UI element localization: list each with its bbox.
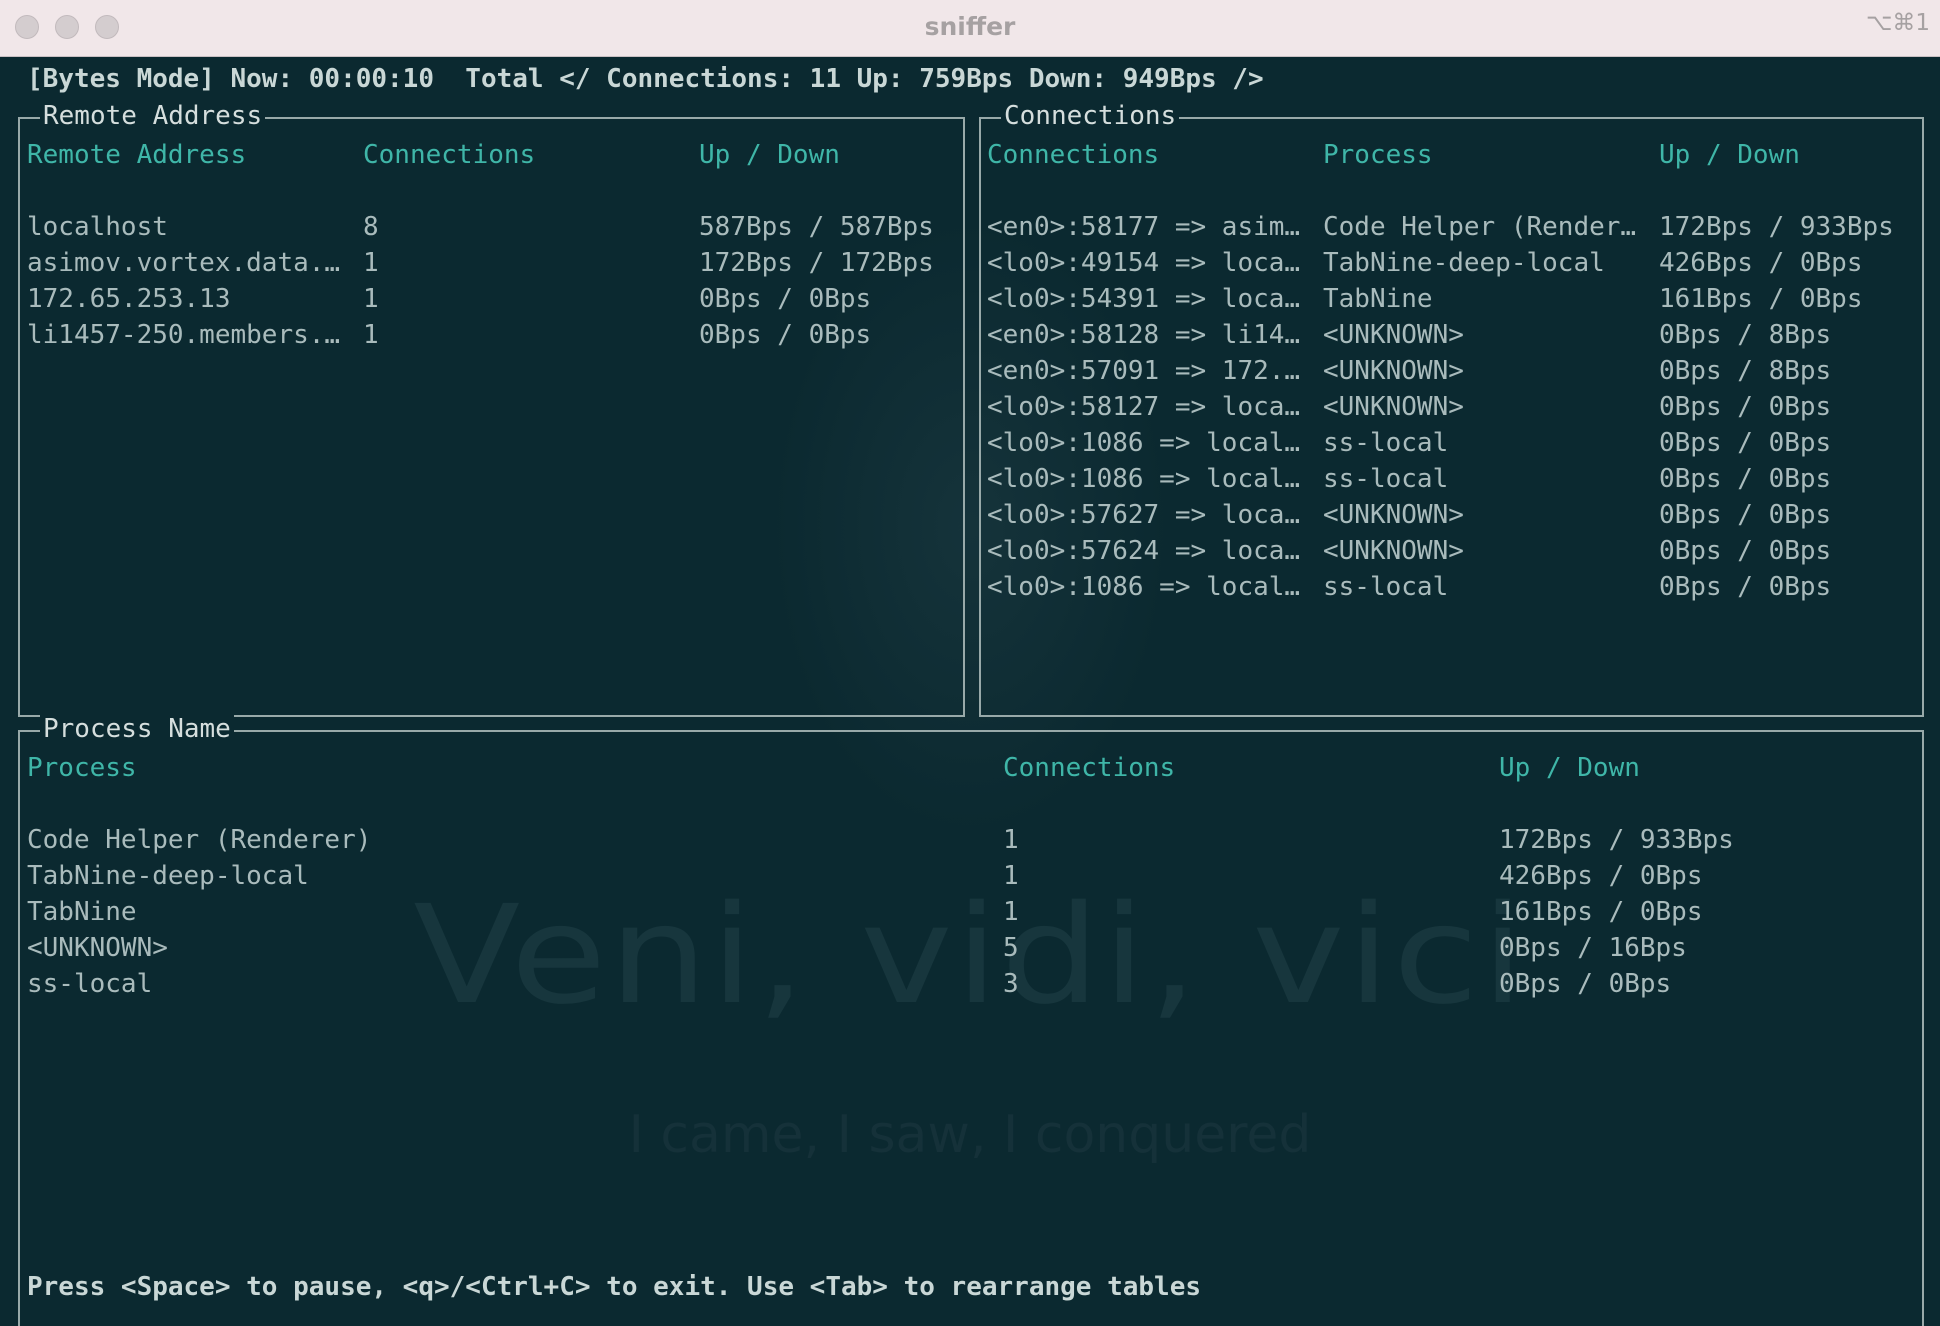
- column-header-remote-address: Remote Address: [27, 140, 247, 170]
- connection-count-cell: 1: [1003, 825, 1019, 855]
- up-down-cell: 426Bps / 0Bps: [1659, 248, 1863, 278]
- connection-count-cell: 1: [1003, 861, 1019, 891]
- terminal-window: sniffer ⌥⌘1 Veni, vidi, vici I came, I s…: [0, 0, 1940, 1326]
- process-cell: ss-local: [1323, 428, 1449, 458]
- process-name-panel: Process Name: [18, 712, 1924, 1326]
- connection-count-cell: 5: [1003, 933, 1019, 963]
- connection-count-cell: 1: [1003, 897, 1019, 927]
- up-down-cell: 172Bps / 172Bps: [699, 248, 934, 278]
- process-cell: ss-local: [1323, 464, 1449, 494]
- connection-cell: <en0>:57091 => 172.…: [987, 356, 1301, 386]
- process-cell: <UNKNOWN>: [1323, 356, 1464, 386]
- panel-title: Process Name: [40, 712, 234, 746]
- connection-cell: <en0>:58128 => li14…: [987, 320, 1301, 350]
- up-down-cell: 0Bps / 0Bps: [699, 320, 872, 350]
- up-down-cell: 0Bps / 0Bps: [1659, 428, 1832, 458]
- column-header-up-down: Up / Down: [1659, 140, 1800, 170]
- window-title: sniffer: [924, 12, 1016, 41]
- connection-cell: <lo0>:57627 => loca…: [987, 500, 1301, 530]
- process-cell: <UNKNOWN>: [1323, 500, 1464, 530]
- column-header-up-down: Up / Down: [699, 140, 840, 170]
- connection-count-cell: 1: [363, 284, 379, 314]
- up-down-cell: 0Bps / 0Bps: [1659, 572, 1832, 602]
- connection-cell: <en0>:58177 => asim…: [987, 212, 1301, 242]
- process-cell: TabNine: [27, 897, 137, 927]
- process-cell: TabNine-deep-local: [1323, 248, 1605, 278]
- connection-count-cell: 8: [363, 212, 379, 242]
- process-cell: ss-local: [27, 969, 153, 999]
- column-header-connections: Connections: [1003, 753, 1176, 783]
- column-header-connections: Connections: [987, 140, 1160, 170]
- process-cell: TabNine: [1323, 284, 1433, 314]
- connection-cell: <lo0>:57624 => loca…: [987, 536, 1301, 566]
- up-down-cell: 161Bps / 0Bps: [1659, 284, 1863, 314]
- process-cell: <UNKNOWN>: [1323, 536, 1464, 566]
- up-down-cell: 0Bps / 0Bps: [1499, 969, 1672, 999]
- up-down-cell: 0Bps / 0Bps: [1659, 500, 1832, 530]
- connection-cell: <lo0>:1086 => local…: [987, 572, 1301, 602]
- remote-address-cell: 172.65.253.13: [27, 284, 231, 314]
- column-header-process: Process: [27, 753, 137, 783]
- up-down-cell: 172Bps / 933Bps: [1499, 825, 1734, 855]
- up-down-cell: 0Bps / 0Bps: [1659, 536, 1832, 566]
- process-cell: Code Helper (Renderer): [27, 825, 372, 855]
- connection-count-cell: 3: [1003, 969, 1019, 999]
- connection-count-cell: 1: [363, 248, 379, 278]
- window-shortcut: ⌥⌘1: [1865, 10, 1930, 36]
- column-header-up-down: Up / Down: [1499, 753, 1640, 783]
- help-line: Press <Space> to pause, <q>/<Ctrl+C> to …: [27, 1272, 1201, 1302]
- up-down-cell: 0Bps / 0Bps: [699, 284, 872, 314]
- up-down-cell: 0Bps / 0Bps: [1659, 392, 1832, 422]
- process-cell: ss-local: [1323, 572, 1449, 602]
- connection-cell: <lo0>:1086 => local…: [987, 428, 1301, 458]
- up-down-cell: 172Bps / 933Bps: [1659, 212, 1894, 242]
- remote-address-cell: li1457-250.members.…: [27, 320, 341, 350]
- up-down-cell: 161Bps / 0Bps: [1499, 897, 1703, 927]
- process-cell: <UNKNOWN>: [1323, 320, 1464, 350]
- connection-cell: <lo0>:54391 => loca…: [987, 284, 1301, 314]
- connection-cell: <lo0>:49154 => loca…: [987, 248, 1301, 278]
- status-line: [Bytes Mode] Now: 00:00:10 Total </ Conn…: [27, 64, 1264, 94]
- up-down-cell: 0Bps / 8Bps: [1659, 356, 1832, 386]
- panel-title: Remote Address: [40, 99, 266, 133]
- process-cell: TabNine-deep-local: [27, 861, 309, 891]
- connection-cell: <lo0>:58127 => loca…: [987, 392, 1301, 422]
- remote-address-cell: asimov.vortex.data.…: [27, 248, 341, 278]
- connection-count-cell: 1: [363, 320, 379, 350]
- panel-title: Connections: [1001, 99, 1180, 133]
- remote-address-panel: Remote Address: [18, 99, 965, 717]
- remote-address-cell: localhost: [27, 212, 168, 242]
- up-down-cell: 0Bps / 0Bps: [1659, 464, 1832, 494]
- column-header-connections: Connections: [363, 140, 536, 170]
- connection-cell: <lo0>:1086 => local…: [987, 464, 1301, 494]
- up-down-cell: 0Bps / 16Bps: [1499, 933, 1687, 963]
- up-down-cell: 587Bps / 587Bps: [699, 212, 934, 242]
- up-down-cell: 426Bps / 0Bps: [1499, 861, 1703, 891]
- title-bar: sniffer ⌥⌘1: [0, 0, 1940, 57]
- up-down-cell: 0Bps / 8Bps: [1659, 320, 1832, 350]
- process-cell: <UNKNOWN>: [1323, 392, 1464, 422]
- terminal-content[interactable]: Veni, vidi, vici I came, I saw, I conque…: [0, 57, 1940, 1326]
- process-cell: <UNKNOWN>: [27, 933, 168, 963]
- column-header-process: Process: [1323, 140, 1433, 170]
- process-cell: Code Helper (Render…: [1323, 212, 1637, 242]
